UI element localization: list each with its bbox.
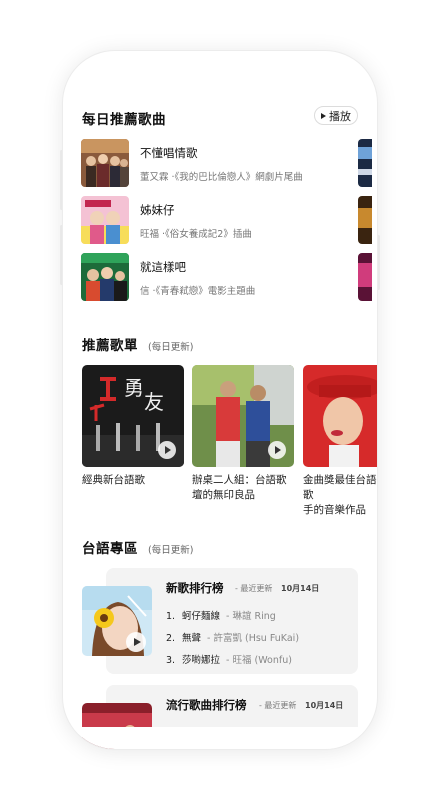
phone-side-button bbox=[377, 235, 380, 290]
song-row[interactable]: 姊妹仔 旺福 ·《俗女養成記2》插曲 bbox=[81, 196, 331, 244]
chart-cover[interactable] bbox=[82, 586, 152, 656]
playlists-section-subtitle: (每日更新) bbox=[148, 342, 194, 353]
playlist-play-icon[interactable] bbox=[158, 441, 176, 459]
song-title: 姊妹仔 bbox=[140, 203, 175, 217]
rank-song: 蚵仔麵線 bbox=[182, 611, 221, 622]
chart-title: 流行歌曲排行榜 bbox=[166, 698, 247, 712]
rank-artist: - 旺福 (Wonfu) bbox=[226, 655, 292, 666]
play-all-label: 播放 bbox=[329, 109, 351, 123]
screen: 每日推薦歌曲 播放 不懂唱情歌 董又霖 ·《我的巴比倫戀人》網劇片尾曲 姊妹仔 … bbox=[63, 51, 377, 749]
song-title: 就這樣吧 bbox=[140, 260, 186, 274]
song-title: 不懂唱情歌 bbox=[140, 146, 198, 160]
song-cover bbox=[81, 139, 129, 187]
playlist-name: 經典新台語歌 bbox=[82, 474, 145, 486]
song-meta: 信 ·《青春弒戀》電影主題曲 bbox=[140, 286, 256, 297]
playlist-cover bbox=[303, 365, 377, 467]
song-meta: 董又霖 ·《我的巴比倫戀人》網劇片尾曲 bbox=[140, 172, 303, 183]
song-cover bbox=[81, 196, 129, 244]
playlist-cover bbox=[192, 365, 294, 467]
chart-updated-date: 10月14日 bbox=[281, 584, 320, 593]
playlist-card[interactable]: 勇 友 經典新台語歌 bbox=[82, 365, 184, 488]
chart-rank-row[interactable]: 3. 莎喲娜拉 - 旺福 (Wonfu) bbox=[166, 652, 292, 666]
svg-text:友: 友 bbox=[144, 390, 164, 414]
rank-artist: - 琳誼 Ring bbox=[226, 611, 276, 622]
playlist-card[interactable]: 辦桌二人組：台語歌 壇的無印良品 bbox=[192, 365, 294, 503]
rank-song: 莎喲娜拉 bbox=[182, 655, 221, 666]
next-song-cover-peek[interactable] bbox=[358, 196, 372, 244]
playlists-section-title: 推薦歌單 bbox=[82, 338, 138, 354]
next-song-cover-peek[interactable] bbox=[358, 139, 372, 187]
song-meta: 旺福 ·《俗女養成記2》插曲 bbox=[140, 229, 252, 240]
rank-number: 1. bbox=[166, 611, 176, 622]
rank-song: 無聲 bbox=[182, 633, 202, 644]
song-row[interactable]: 就這樣吧 信 ·《青春弒戀》電影主題曲 bbox=[81, 253, 331, 301]
song-cover bbox=[81, 253, 129, 301]
playlist-name: 金曲獎最佳台語歌 手的音樂作品 bbox=[303, 474, 377, 516]
chart-updated-label: - 最近更新 bbox=[259, 701, 297, 710]
chart-rank-row[interactable]: 1. 蚵仔麵線 - 琳誼 Ring bbox=[166, 608, 276, 622]
play-icon bbox=[321, 112, 326, 119]
daily-section-title: 每日推薦歌曲 bbox=[82, 112, 166, 128]
rank-number: 3. bbox=[166, 655, 176, 666]
play-all-button[interactable]: 播放 bbox=[314, 106, 358, 125]
daily-section-header: 每日推薦歌曲 bbox=[82, 108, 166, 128]
playlist-name: 辦桌二人組：台語歌 壇的無印良品 bbox=[192, 474, 287, 501]
chart-title: 新歌排行榜 bbox=[166, 581, 224, 595]
song-row[interactable]: 不懂唱情歌 董又霖 ·《我的巴比倫戀人》網劇片尾曲 bbox=[81, 139, 331, 187]
next-song-cover-peek[interactable] bbox=[358, 253, 372, 301]
taiwanese-section-title: 台語專區 bbox=[82, 541, 138, 557]
playlist-cover: 勇 友 bbox=[82, 365, 184, 467]
rank-number: 2. bbox=[166, 633, 176, 644]
playlist-card[interactable]: 金曲獎最佳台語歌 手的音樂作品 bbox=[303, 365, 377, 518]
taiwanese-section-subtitle: (每日更新) bbox=[148, 545, 194, 556]
taiwanese-section-header: 台語專區 (每日更新) bbox=[82, 537, 193, 557]
chart-rank-row[interactable]: 2. 無聲 - 許富凱 (Hsu FuKai) bbox=[166, 630, 299, 644]
svg-text:勇: 勇 bbox=[124, 376, 144, 400]
chart-updated-date: 10月14日 bbox=[305, 701, 344, 710]
playlists-section-header: 推薦歌單 (每日更新) bbox=[82, 334, 193, 354]
rank-artist: - 許富凱 (Hsu FuKai) bbox=[207, 633, 300, 644]
screen-bottom-edge bbox=[63, 727, 377, 749]
phone-frame: 每日推薦歌曲 播放 不懂唱情歌 董又霖 ·《我的巴比倫戀人》網劇片尾曲 姊妹仔 … bbox=[63, 51, 377, 749]
chart-play-icon[interactable] bbox=[126, 632, 146, 652]
chart-updated-label: - 最近更新 bbox=[235, 584, 273, 593]
playlist-play-icon[interactable] bbox=[268, 441, 286, 459]
